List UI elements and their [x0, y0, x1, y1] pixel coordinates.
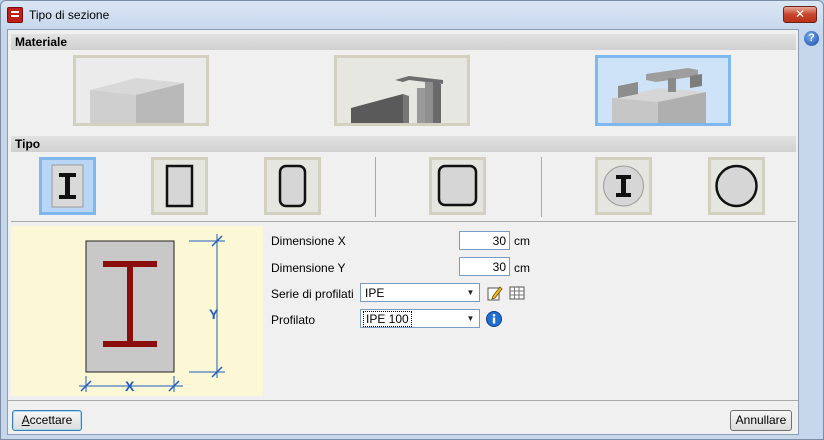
tipo-separator-1 [375, 157, 376, 217]
dimension-label-y: Y [209, 306, 219, 322]
accept-button-mnemonic: A [21, 413, 30, 427]
rounded-rectangle-section-icon [278, 164, 307, 208]
edit-pencil-icon[interactable] [487, 285, 503, 301]
dialog-body: Materiale Tipo Y X Dimensione X 30 cm Di… [7, 29, 799, 435]
dimension-x-unit: cm [514, 234, 530, 248]
dimension-y-label: Dimensione Y [271, 261, 346, 275]
i-section-icon [51, 164, 84, 208]
material-concrete-button[interactable] [73, 55, 209, 126]
serie-select[interactable]: IPE ▼ [360, 283, 480, 302]
title-bar: Tipo di sezione ✕ [1, 1, 823, 29]
accept-button-label: ccettare [29, 413, 73, 427]
close-button[interactable]: ✕ [783, 6, 817, 23]
circular-section-icon [715, 164, 758, 208]
rectangular-section-icon [165, 164, 194, 208]
chevron-down-icon: ▼ [466, 314, 475, 323]
steel-profile-icon [337, 58, 467, 123]
chevron-down-icon: ▼ [466, 288, 475, 297]
dimension-x-input[interactable]: 30 [459, 231, 510, 250]
tipo-rounded-rectangle-button[interactable] [264, 157, 321, 215]
tipo-circular-button[interactable] [708, 157, 765, 215]
help-icon[interactable]: ? [804, 31, 819, 46]
app-icon [7, 7, 23, 23]
dimension-y-unit: cm [514, 261, 530, 275]
cancel-button[interactable]: Annullare [730, 410, 792, 431]
circular-i-section-icon [603, 165, 644, 207]
tipo-circular-i-button[interactable] [595, 157, 652, 215]
dimension-y-input[interactable]: 30 [459, 257, 510, 276]
concrete-block-icon [76, 58, 206, 123]
composite-section-icon [598, 58, 728, 123]
tipo-square-tube-button[interactable] [429, 157, 486, 215]
tipo-rectangular-button[interactable] [151, 157, 208, 215]
square-tube-section-icon [437, 164, 478, 207]
profilato-select-value: IPE 100 [363, 311, 412, 327]
material-composite-button[interactable] [595, 55, 731, 126]
tipo-i-encased-button[interactable] [39, 157, 96, 215]
serie-select-value: IPE [365, 286, 385, 300]
tipo-header: Tipo [11, 136, 796, 152]
section-preview-drawing: Y X [79, 234, 225, 394]
tipo-divider [11, 221, 796, 222]
tipo-separator-2 [541, 157, 542, 217]
info-icon[interactable] [486, 311, 502, 327]
dialog-window: Tipo di sezione ✕ ? Materiale Tipo Y X D… [0, 0, 824, 440]
window-title: Tipo di sezione [29, 8, 110, 22]
dimension-x-label: Dimensione X [271, 234, 346, 248]
footer-divider [8, 400, 798, 401]
serie-label: Serie di profilati [271, 287, 354, 301]
materiale-header: Materiale [11, 34, 796, 50]
profilato-label: Profilato [271, 313, 316, 327]
material-steel-button[interactable] [334, 55, 470, 126]
profilato-select[interactable]: IPE 100 ▼ [360, 309, 480, 328]
section-preview: Y X [11, 226, 263, 396]
dimension-label-x: X [125, 378, 135, 394]
table-grid-icon[interactable] [509, 285, 525, 301]
button-bar: Accettare Annullare [8, 403, 798, 434]
accept-button[interactable]: Accettare [12, 410, 82, 431]
